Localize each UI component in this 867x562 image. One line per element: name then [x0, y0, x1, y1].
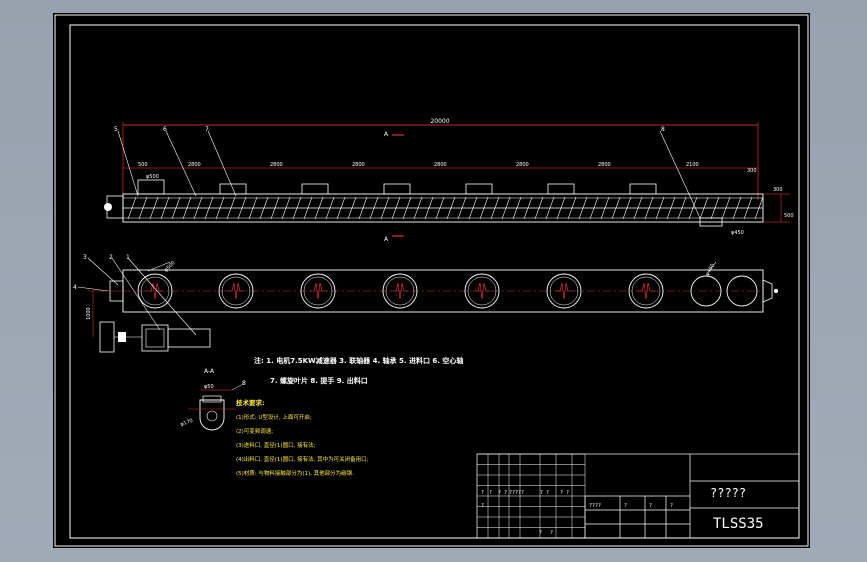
balloon-6: 6 — [163, 126, 167, 133]
dim-seg: 500 — [138, 162, 148, 168]
tb-mark: ? — [539, 530, 542, 536]
tech-item: (1)形式: U型设计, 上面可开启; — [236, 413, 312, 421]
dim-outlet: φ450 — [731, 230, 744, 236]
end-bolt — [774, 289, 778, 293]
dim-seg: 2800 — [188, 162, 201, 168]
tech-title: 技术要求: — [236, 398, 265, 407]
notes-line-1: 注: 1. 电机7.5KW减速器 3. 联轴器 4. 轴承 5. 进料口 6. … — [254, 356, 463, 365]
balloon-2: 2 — [109, 254, 113, 261]
tb-mark: ? — [649, 503, 652, 509]
balloon-1: 1 — [126, 254, 130, 261]
dim-seg: 2800 — [352, 162, 365, 168]
tech-item: (5)材质: 与物料接触部分为(1), 其他部分为碳钢. — [236, 469, 354, 477]
dim-seg: 2800 — [516, 162, 529, 168]
tb-mark: ? — [550, 530, 553, 536]
tb-mark: ? ? — [498, 490, 507, 496]
tb-mark: ? — [481, 503, 484, 509]
tb-mark: ????? — [509, 490, 524, 496]
dim-seg: 2100 — [686, 162, 699, 168]
drawing-sheet: 20000 A A 500 2800 2800 2800 2800 2800 2… — [53, 13, 810, 548]
balloon-3: 3 — [83, 254, 87, 261]
dim-inlet: φ500 — [146, 174, 159, 180]
balloon-4: 4 — [73, 284, 77, 291]
section-dim: φ50 — [204, 384, 214, 390]
coupling-mark — [104, 203, 112, 211]
tb-mark: ? — [481, 490, 484, 496]
dim-seg: 2800 — [434, 162, 447, 168]
tb-mark: ? ? — [560, 490, 569, 496]
dim-seg: 2800 — [270, 162, 283, 168]
tb-mark: ? ? — [540, 490, 549, 496]
dim-seg: 300 — [747, 168, 757, 174]
balloon-5: 5 — [114, 126, 118, 133]
coupling — [118, 332, 126, 342]
paper — [53, 13, 810, 548]
dim-total: 20000 — [430, 118, 449, 125]
cad-viewport[interactable]: 20000 A A 500 2800 2800 2800 2800 2800 2… — [0, 0, 867, 562]
dim-right: 500 — [784, 213, 794, 219]
drawing-code: TLSS35 — [713, 516, 764, 532]
tech-item: (2)可变频调速; — [236, 427, 273, 435]
tb-mark: ???? — [589, 503, 601, 509]
section-title: A-A — [204, 368, 215, 375]
balloon-8: 8 — [661, 126, 665, 133]
tech-item: (3)进料口, 直径(1)圆口, 接有法; — [236, 441, 316, 449]
tb-mark: ? — [489, 490, 492, 496]
balloon-7: 7 — [205, 126, 209, 133]
tech-item: (4)出料口, 直径(1)圆口, 接有法, 其中为可关闭备用口; — [236, 455, 369, 463]
tb-mark: ? — [670, 503, 673, 509]
balloon-8b: 8 — [242, 380, 246, 387]
notes-line-2: 7. 螺旋叶片 8. 提手 9. 出料口 — [270, 376, 368, 385]
tb-mark: ? — [624, 503, 627, 509]
dim-right: 300 — [773, 187, 783, 193]
dim-seg: 2800 — [598, 162, 611, 168]
dim-1000: 1000 — [86, 307, 92, 320]
drawing-name: ????? — [710, 486, 746, 500]
